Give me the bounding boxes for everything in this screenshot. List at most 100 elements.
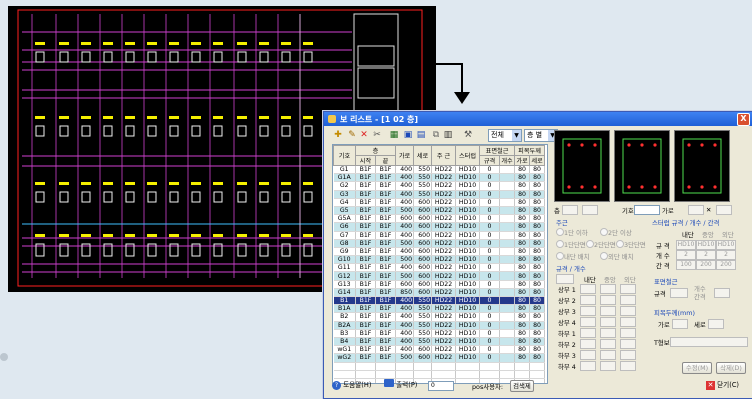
cover-h-field[interactable] xyxy=(708,319,724,329)
help-icon[interactable]: ? xyxy=(332,381,341,390)
edit-icon[interactable]: ✎ xyxy=(346,129,358,141)
export-icon[interactable]: ▤ xyxy=(415,129,427,141)
width-field[interactable] xyxy=(688,205,704,215)
table-row[interactable]: B2A B1F B1F 400 550 HD22 HD10 0 80 80 xyxy=(333,321,546,330)
chart-icon[interactable]: ▦ xyxy=(388,129,400,141)
close-button[interactable]: X xyxy=(737,113,750,126)
col-stirrup[interactable]: 스터럽 xyxy=(455,145,481,166)
delete-icon[interactable]: ✕ xyxy=(358,129,370,141)
table-row[interactable]: wG2 B1F B1F 500 600 HD22 HD10 0 80 80 xyxy=(333,353,546,363)
option-radio-1[interactable] xyxy=(556,228,564,236)
rebar-field[interactable] xyxy=(600,350,616,360)
table-row[interactable]: G1 B1F B1F 400 550 HD22 HD10 0 80 80 xyxy=(333,165,546,175)
bar-spec-field[interactable] xyxy=(556,274,574,284)
rebar-field[interactable] xyxy=(600,284,616,294)
filter-icon[interactable]: ⚒ xyxy=(462,129,474,141)
rebar-field[interactable] xyxy=(620,361,636,371)
stirrup-field[interactable]: HD10 xyxy=(716,240,736,250)
tools-icon[interactable]: ✂ xyxy=(371,129,383,141)
cover-w-field[interactable] xyxy=(672,319,688,329)
rebar-field[interactable] xyxy=(600,361,616,371)
stirrup-field[interactable]: 200 xyxy=(716,260,736,270)
table-row[interactable]: G14 B1F B1F 850 600 HD22 HD10 0 80 80 xyxy=(333,288,546,298)
rebar-field[interactable] xyxy=(620,328,636,338)
col-main-bar[interactable]: 주 근 xyxy=(431,145,457,166)
col-floor[interactable]: 층 xyxy=(354,145,397,156)
import-icon[interactable]: ▣ xyxy=(402,129,414,141)
rebar-field[interactable] xyxy=(620,284,636,294)
table-row[interactable]: G9 B1F B1F 400 600 HD22 HD10 0 80 80 xyxy=(333,247,546,257)
col-surface[interactable]: 표면철근 xyxy=(479,145,516,156)
rebar-field[interactable] xyxy=(620,306,636,316)
print-icon[interactable] xyxy=(384,379,394,387)
table-row[interactable]: G5 B1F B1F 500 600 HD22 HD10 0 80 80 xyxy=(333,206,546,216)
pos-search-button[interactable]: 검색제 xyxy=(510,380,534,392)
table-row[interactable]: G10 B1F B1F 500 600 HD22 HD10 0 80 80 xyxy=(333,255,546,265)
title-bar[interactable]: 보 리스트 - [1 02 층] X xyxy=(324,112,752,126)
col-surface-spec[interactable]: 규격 xyxy=(479,155,501,166)
table-row[interactable]: B1A B1F B1F 400 550 HD22 HD10 0 80 80 xyxy=(333,304,546,314)
table-row[interactable]: G2 B1F B1F 400 550 HD22 HD10 0 80 80 xyxy=(333,181,546,191)
surface-spec-field[interactable] xyxy=(670,288,688,298)
col-cover[interactable]: 피복두께 xyxy=(514,145,546,156)
option-radio-7[interactable] xyxy=(600,252,608,260)
symbol-field[interactable] xyxy=(634,205,660,215)
table-row[interactable]: G3 B1F B1F 400 550 HD22 HD10 0 80 80 xyxy=(333,190,546,199)
table-row[interactable]: B4 B1F B1F 400 550 HD22 HD10 0 80 80 xyxy=(333,337,546,347)
table-row[interactable]: G13 B1F B1F 600 600 HD22 HD10 0 80 80 xyxy=(333,280,546,289)
table-row[interactable]: B2 B1F B1F 400 550 HD22 HD10 0 80 80 xyxy=(333,312,546,322)
surface-count-field[interactable] xyxy=(714,288,730,298)
col-start[interactable]: 시작 xyxy=(355,155,376,166)
filter-all-select[interactable]: 전체 ▼ xyxy=(488,129,522,142)
rebar-field[interactable] xyxy=(620,317,636,327)
table-row[interactable]: B3 B1F B1F 400 550 HD22 HD10 0 80 80 xyxy=(333,329,546,338)
option-radio-5[interactable] xyxy=(616,240,624,248)
rebar-field[interactable] xyxy=(580,350,596,360)
stirrup-field[interactable]: HD10 xyxy=(676,240,696,250)
option-radio-2[interactable] xyxy=(600,228,608,236)
col-symbol[interactable]: 기호 xyxy=(333,145,356,166)
end-floor-field[interactable] xyxy=(582,205,598,215)
col-width[interactable]: 가로 xyxy=(395,145,415,166)
table-row[interactable]: G11 B1F B1F 400 600 HD22 HD10 0 80 80 xyxy=(333,263,546,273)
table-row[interactable]: wG1 B1F B1F 400 600 HD22 HD10 0 80 80 xyxy=(333,345,546,355)
stirrup-field[interactable]: 2 xyxy=(676,250,696,260)
rebar-field[interactable] xyxy=(620,339,636,349)
option-radio-4[interactable] xyxy=(586,240,594,248)
table-row[interactable]: G8 B1F B1F 500 600 HD22 HD10 0 80 80 xyxy=(333,239,546,248)
rebar-field[interactable] xyxy=(600,328,616,338)
copy-icon[interactable]: ⧉ xyxy=(430,129,442,141)
stirrup-field[interactable]: 2 xyxy=(716,250,736,260)
rebar-field[interactable] xyxy=(580,306,596,316)
start-floor-field[interactable] xyxy=(562,205,578,215)
stirrup-field[interactable]: 100 xyxy=(676,260,696,270)
modify-button[interactable]: 수정(M) xyxy=(682,362,712,374)
rebar-field[interactable] xyxy=(620,350,636,360)
rebar-field[interactable] xyxy=(580,339,596,349)
rebar-field[interactable] xyxy=(580,317,596,327)
help-label[interactable]: 도움말(H) xyxy=(343,381,371,389)
table-row[interactable]: G5A B1F B1F 600 600 HD22 HD10 0 80 80 xyxy=(333,214,546,224)
col-cover-h[interactable]: 세로 xyxy=(529,155,546,166)
rebar-field[interactable] xyxy=(580,295,596,305)
rebar-field[interactable] xyxy=(580,361,596,371)
rebar-field[interactable] xyxy=(600,339,616,349)
depth-field[interactable] xyxy=(716,205,732,215)
option-radio-3[interactable] xyxy=(556,240,564,248)
rebar-field[interactable] xyxy=(600,295,616,305)
table-row[interactable]: G6 B1F B1F 400 600 HD22 HD10 0 80 80 xyxy=(333,222,546,232)
rebar-field[interactable] xyxy=(580,284,596,294)
print-copies-field[interactable]: 0 xyxy=(428,381,454,391)
rebar-field[interactable] xyxy=(600,306,616,316)
stirrup-field[interactable]: HD10 xyxy=(696,240,716,250)
t-beam-field[interactable] xyxy=(670,337,748,347)
col-surface-count[interactable]: 개수 xyxy=(499,155,516,166)
stirrup-field[interactable]: 200 xyxy=(696,260,716,270)
delete-button[interactable]: 삭제(D) xyxy=(716,362,746,374)
rebar-field[interactable] xyxy=(580,328,596,338)
table-row[interactable]: G4 B1F B1F 400 600 HD22 HD10 0 80 80 xyxy=(333,198,546,207)
option-radio-6[interactable] xyxy=(556,252,564,260)
col-end[interactable]: 끝 xyxy=(374,155,397,166)
stirrup-field[interactable]: 2 xyxy=(696,250,716,260)
filter-type-select[interactable]: 층 별 ▼ xyxy=(524,129,558,142)
